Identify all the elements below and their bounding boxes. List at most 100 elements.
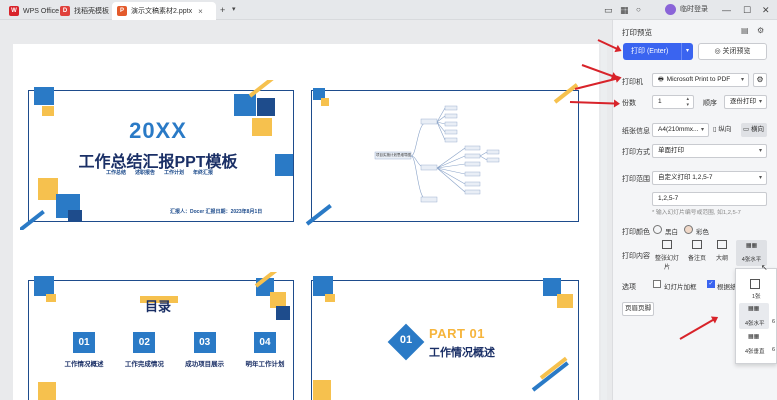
copies-stepper[interactable]: 1 ▴ ▾	[652, 95, 694, 109]
close-preview-icon: ◎	[714, 48, 721, 55]
toc-list: 01 工作情况概述 02 工作完成情况 03 成功项目展示 04 明年工作计划	[57, 332, 292, 368]
title-bar: W WPS Office D 找稻壳模板 P 演示文稿素材2.pptx × + …	[0, 0, 777, 20]
toc-num: 04	[253, 332, 276, 353]
notes-page-icon	[692, 240, 702, 249]
landscape-label: 横向	[750, 126, 764, 133]
content-notes[interactable]: 备注页	[684, 240, 710, 266]
section-title: 工作情况概述	[429, 347, 495, 359]
frame-slides-checkbox[interactable]	[653, 280, 661, 288]
maximize-icon[interactable]: ☐	[743, 3, 751, 17]
minimize-icon[interactable]: —	[722, 3, 731, 17]
printer-properties-button[interactable]: ⚙	[753, 73, 767, 87]
chevron-down-icon: ▾	[700, 127, 704, 133]
toc-num: 01	[73, 332, 95, 353]
stepper-arrows-icon[interactable]: ▴ ▾	[686, 96, 689, 108]
frame-slides-label: 幻灯片加框	[664, 284, 697, 291]
toc-label: 成功项目展示	[185, 361, 225, 368]
paper-select[interactable]: A4(210mmx... ▾	[652, 123, 709, 137]
preview-scrollbar[interactable]	[601, 44, 607, 400]
copies-value: 1	[658, 98, 662, 105]
layout-option-6v[interactable]: 6	[772, 347, 775, 353]
user-name[interactable]: 临时登录	[680, 3, 708, 17]
method-value: 单面打印	[658, 147, 684, 154]
print-button[interactable]: 打印 (Enter) ▾	[623, 43, 693, 60]
slide-tag: 述职报告	[135, 170, 156, 176]
portrait-option[interactable]: ▯ 纵向	[713, 123, 739, 137]
close-window-icon[interactable]: ✕	[762, 3, 770, 17]
landscape-icon: ▭	[743, 126, 750, 133]
paper-label: 纸张信息	[622, 128, 650, 135]
tab-label: WPS Office	[23, 7, 60, 15]
layout-option-6h[interactable]: 6	[772, 319, 775, 325]
mind-map	[374, 105, 500, 203]
landscape-option[interactable]: ▭ 横向	[741, 123, 767, 137]
range-input-value: 1,2,5-7	[658, 195, 679, 202]
printer-value: Microsoft Print to PDF	[666, 76, 731, 83]
slide-tag: 工作总结	[106, 170, 127, 176]
fit-paper-checkbox[interactable]: ✓	[707, 280, 715, 288]
fit-paper-label: 根据纸	[717, 284, 737, 291]
printer-label: 打印机	[622, 79, 643, 86]
content-item-label: 大纲	[715, 256, 728, 262]
slide-year: 20XX	[129, 118, 187, 143]
radio-color[interactable]	[684, 225, 693, 234]
radio-bw[interactable]	[653, 225, 662, 234]
order-label: 顺序	[703, 100, 717, 107]
slide-tags: 工作总结 述职报告 工作计划 年终汇报	[106, 169, 213, 176]
order-select[interactable]: 逐份打印 ▾	[724, 95, 767, 109]
header-footer-button[interactable]: 页眉页脚	[622, 302, 654, 316]
range-select[interactable]: 自定义打印 1,2,5-7 ▾	[652, 171, 767, 185]
toc-item: 02 工作完成情况	[117, 332, 171, 368]
content-item-label: 4张水平	[741, 257, 762, 263]
range-input[interactable]: 1,2,5-7	[652, 192, 767, 206]
order-value: 逐份打印	[730, 98, 756, 105]
full-slide-icon	[662, 240, 672, 249]
toc-num: 02	[133, 332, 156, 353]
layout-option-4h[interactable]: 4张水平	[745, 319, 765, 327]
wps-window: W WPS Office D 找稻壳模板 P 演示文稿素材2.pptx × + …	[0, 0, 777, 400]
close-preview-label: 关闭预览	[722, 48, 751, 55]
layout-option-4v[interactable]: 4张垂直	[745, 347, 765, 355]
radio-color-label: 彩色	[696, 229, 709, 236]
panel-layout-icon[interactable]: ▤	[741, 26, 749, 35]
avatar[interactable]	[665, 4, 676, 15]
content-outline[interactable]: 大纲	[710, 240, 734, 266]
mind-map-root: 项目实施计划思维导图	[376, 153, 411, 157]
toc-num: 03	[193, 332, 216, 353]
printer-select[interactable]: 🖶 Microsoft Print to PDF ▾	[652, 73, 749, 87]
content-item-label: 整张幻灯片	[654, 256, 679, 271]
color-label: 打印颜色	[622, 229, 650, 236]
search-icon[interactable]: ○	[636, 3, 641, 17]
panel-settings-icon[interactable]: ⚙	[757, 26, 764, 35]
tab-list-chevron-icon[interactable]: ▾	[232, 3, 236, 17]
close-preview-button[interactable]: ◎ 关闭预览	[698, 43, 767, 60]
slide-4: 01 PART 01 工作情况概述	[305, 272, 583, 400]
options-label: 选项	[622, 284, 636, 291]
range-label: 打印范围	[622, 176, 650, 183]
portrait-icon: ▯	[713, 126, 717, 133]
toc-title: 目录	[144, 299, 171, 314]
tab-pptx[interactable]: P 演示文稿素材2.pptx ×	[112, 2, 216, 20]
close-tab-icon[interactable]: ×	[198, 7, 203, 16]
gear-icon: ⚙	[756, 75, 764, 84]
layout-option-1[interactable]: 1张	[752, 292, 761, 300]
portrait-label: 纵向	[718, 126, 732, 133]
paper-value: A4(210mmx...	[658, 126, 699, 133]
chevron-down-icon: ▾	[758, 175, 762, 181]
copies-label: 份数	[622, 100, 636, 107]
chevron-down-icon: ▾	[740, 77, 744, 83]
toc-label: 工作完成情况	[124, 361, 164, 368]
print-options-chevron-icon[interactable]: ▾	[681, 43, 693, 60]
handout-layout-popup: 1张 ▦▦ 4张水平 ▦▦ 4张垂直 6 6	[735, 268, 777, 364]
slide-footer: 汇报人：Docer 汇报日期：2023年8月1日	[170, 209, 263, 215]
radio-bw-label: 黑白	[665, 229, 678, 236]
toc-item: 01 工作情况概述	[57, 332, 111, 368]
slide-tag: 年终汇报	[193, 170, 214, 176]
grid-icon[interactable]: ▦	[620, 3, 629, 17]
content-item-label: 备注页	[687, 256, 706, 262]
tab-templates[interactable]: D 找稻壳模板	[55, 2, 114, 20]
content-full-slide[interactable]: 整张幻灯片	[653, 240, 681, 271]
new-tab-button[interactable]: +	[220, 3, 225, 17]
method-select[interactable]: 单面打印 ▾	[652, 144, 767, 158]
window-layout-icon[interactable]: ▭	[604, 3, 613, 17]
